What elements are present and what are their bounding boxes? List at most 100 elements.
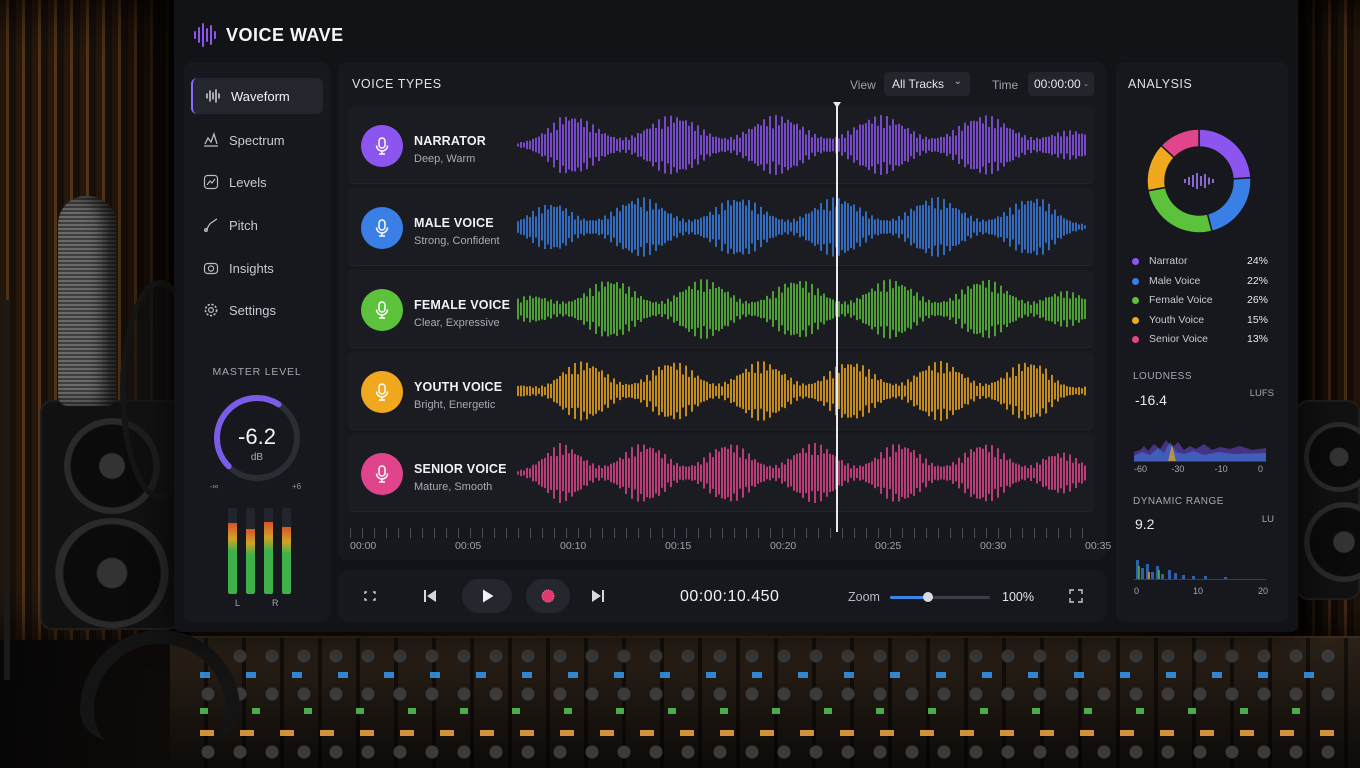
zoom-value: 100%: [1002, 590, 1034, 604]
track-row[interactable]: MALE VOICE Strong, Confident: [348, 188, 1094, 266]
legend-swatch: [1132, 258, 1139, 265]
fullscreen-icon: [1069, 589, 1083, 603]
analysis-panel: ANALYSIS Narrator 24% Male Voice 22% Female …: [1116, 62, 1288, 622]
legend-percent: 24%: [1246, 255, 1268, 267]
legend-swatch: [1132, 297, 1139, 305]
axis-tick-label: -30: [1171, 464, 1185, 474]
track-row[interactable]: FEMALE VOICE Clear, Expressive: [348, 270, 1094, 348]
transport-bar: 00:00:10.450 Zoom 100%: [338, 570, 1106, 622]
dynamic-range-histogram: [1134, 560, 1266, 580]
legend-swatch: [1132, 277, 1139, 285]
record-button[interactable]: [526, 579, 570, 613]
microphone-icon: [361, 371, 403, 413]
fullscreen-button[interactable]: [1060, 580, 1092, 612]
voice-types-panel: VOICE TYPES View All Tracks ⌄ Time 00:00…: [338, 62, 1111, 560]
loudness-value: -16.4: [1135, 392, 1167, 408]
track-name: YOUTH VOICE: [414, 380, 503, 394]
spectrum-icon: [204, 132, 218, 147]
dynamic-range-unit: LU: [1261, 514, 1274, 525]
chevron-down-icon: ⌄: [953, 76, 962, 87]
sidebar-item-pitch[interactable]: Pitch: [191, 207, 323, 243]
track-waveform[interactable]: [516, 438, 1088, 508]
voice-distribution-donut: [1146, 128, 1252, 234]
microphone-icon: [361, 453, 403, 495]
playback-timecode: 00:00:10.450: [680, 588, 780, 605]
legend-percent: 13%: [1246, 333, 1268, 346]
track-name: SENIOR VOICE: [414, 462, 507, 476]
meter-right-label: R: [272, 598, 279, 608]
loop-button[interactable]: [354, 580, 386, 612]
sidebar-item-spectrum[interactable]: Spectrum: [191, 122, 323, 158]
timeline-ruler: [350, 528, 1094, 538]
track-description: Mature, Smooth: [414, 481, 493, 493]
legend-percent: 26%: [1246, 294, 1268, 307]
waveform-icon: [206, 89, 220, 103]
sidebar-item-waveform[interactable]: Waveform: [191, 78, 323, 114]
track-description: Strong, Confident: [414, 235, 500, 247]
track-waveform[interactable]: [516, 356, 1088, 426]
sidebar-item-levels[interactable]: Levels: [191, 164, 323, 200]
sidebar-item-settings[interactable]: Settings: [191, 292, 323, 328]
skip-forward-button[interactable]: [582, 580, 614, 612]
dynamic-range-value: 9.2: [1135, 516, 1155, 532]
track-name: MALE VOICE: [414, 216, 494, 230]
track-name: FEMALE VOICE: [414, 298, 511, 312]
ruler-tick-label: 00:05: [455, 540, 482, 552]
legend-item: Male Voice 22%: [1132, 275, 1268, 289]
loudness-histogram: [1134, 440, 1266, 462]
track-row[interactable]: SENIOR VOICE Mature, Smooth: [348, 434, 1094, 512]
sidebar-item-label: Levels: [229, 174, 267, 190]
axis-tick-label: -10: [1214, 464, 1228, 474]
track-waveform[interactable]: [516, 192, 1088, 262]
ruler-tick-label: 00:35: [1085, 540, 1112, 552]
legend-name: Senior Voice: [1149, 333, 1208, 346]
track-waveform[interactable]: [516, 110, 1088, 180]
master-level-value: -6.2: [238, 424, 276, 449]
loudness-unit: LUFS: [1249, 388, 1274, 399]
axis-tick-label: 20: [1258, 586, 1269, 596]
time-label: Time: [992, 78, 1019, 92]
ruler-tick-label: 00:00: [350, 540, 377, 552]
play-button[interactable]: [462, 579, 512, 613]
track-row[interactable]: NARRATOR Deep, Warm: [348, 106, 1094, 184]
legend-item: Youth Voice 15%: [1132, 314, 1268, 328]
voice-wave-logo-icon: [194, 23, 216, 47]
time-field-value: 00:00:00: [1034, 77, 1081, 91]
loudness-label: LOUDNESS: [1133, 371, 1193, 382]
ruler-tick-label: 00:25: [875, 540, 902, 552]
meter-left-label: L: [235, 598, 241, 608]
analysis-title: ANALYSIS: [1128, 77, 1193, 91]
track-waveform[interactable]: [516, 274, 1088, 344]
skip-back-button[interactable]: [414, 580, 446, 612]
track-name: NARRATOR: [414, 134, 486, 148]
master-level-max: +6: [292, 482, 302, 491]
track-description: Deep, Warm: [414, 153, 476, 165]
insights-icon: [203, 262, 219, 275]
legend-swatch: [1132, 316, 1139, 324]
playhead[interactable]: [836, 104, 838, 532]
axis-tick-label: 10: [1193, 586, 1204, 596]
legend-percent: 15%: [1246, 313, 1268, 326]
sidebar-item-insights[interactable]: Insights: [191, 250, 323, 286]
zoom-slider[interactable]: [890, 592, 990, 602]
mixing-console: [170, 636, 1360, 768]
microphone-icon: [361, 289, 403, 331]
track-row[interactable]: YOUTH VOICE Bright, Energetic: [348, 352, 1094, 430]
track-description: Clear, Expressive: [414, 317, 500, 329]
legend-item: Female Voice 26%: [1132, 294, 1268, 308]
sidebar-item-label: Waveform: [231, 88, 290, 104]
level-meter: [282, 508, 291, 594]
levels-icon: [203, 174, 219, 190]
zoom-slider-thumb[interactable]: [923, 592, 933, 602]
studio-microphone: [58, 196, 116, 406]
time-field[interactable]: 00:00:00 -: [1028, 72, 1094, 96]
legend-name: Female Voice: [1149, 294, 1213, 307]
view-dropdown[interactable]: All Tracks ⌄: [884, 72, 970, 96]
axis-tick-label: 0: [1258, 464, 1264, 474]
axis-tick-label: 0: [1134, 586, 1140, 596]
sidebar-item-label: Spectrum: [229, 132, 285, 148]
play-icon: [483, 589, 494, 603]
ruler-tick-label: 00:15: [665, 540, 692, 552]
legend-item: Senior Voice 13%: [1132, 333, 1268, 347]
legend-item: Narrator 24%: [1132, 255, 1268, 269]
